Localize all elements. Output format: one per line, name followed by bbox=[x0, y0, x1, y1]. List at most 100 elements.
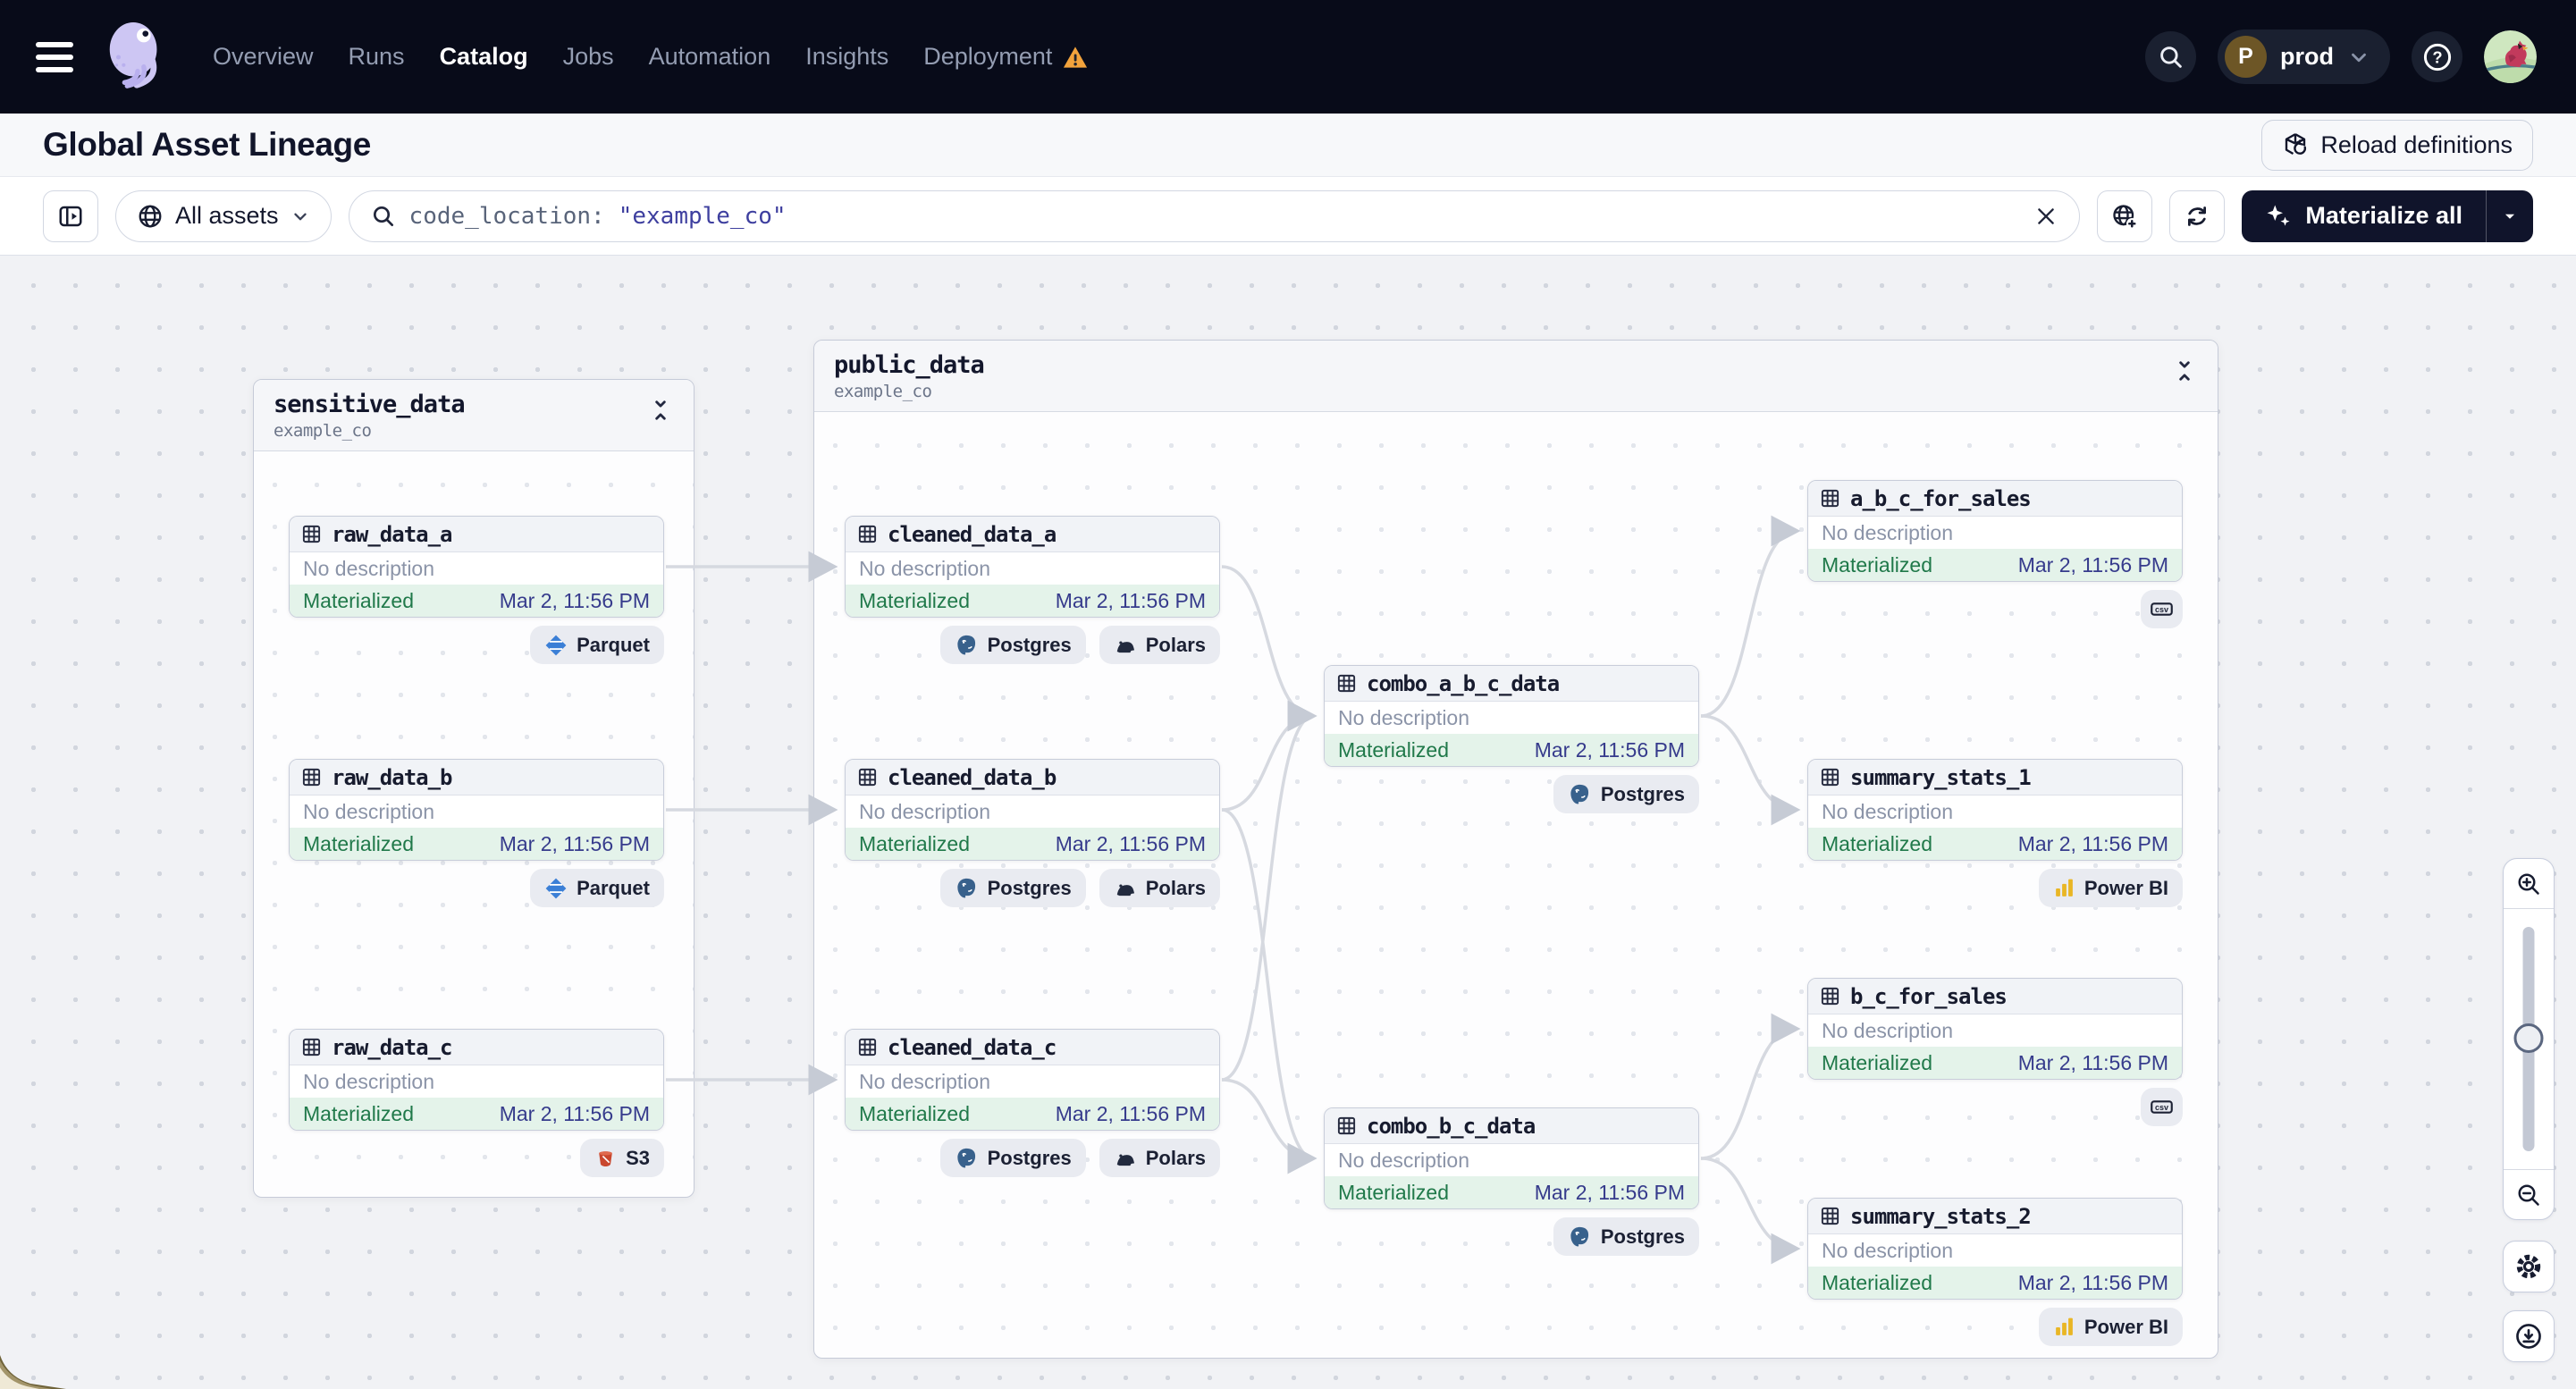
parquet-badge[interactable]: Parquet bbox=[530, 869, 664, 907]
asset-node-header: raw_data_b bbox=[290, 760, 663, 796]
clear-search-button[interactable] bbox=[2034, 205, 2058, 228]
graph-settings-button[interactable] bbox=[2503, 1241, 2555, 1292]
asset-node-b_c_for_sales[interactable]: b_c_for_sales No description Materialized M… bbox=[1807, 978, 2183, 1080]
nav-item-runs[interactable]: Runs bbox=[349, 43, 405, 71]
refresh-button[interactable] bbox=[2169, 189, 2226, 242]
group-header: sensitive_data example_co bbox=[254, 380, 694, 451]
postgres-badge[interactable]: Postgres bbox=[1553, 775, 1699, 813]
asset-node-summary_stats_1[interactable]: summary_stats_1 No description Materialize… bbox=[1807, 759, 2183, 861]
asset-node-header: cleaned_data_b bbox=[846, 760, 1219, 796]
asset-node-cleaned_data_c[interactable]: cleaned_data_c No description Materialized… bbox=[845, 1029, 1220, 1131]
asset-description: No description bbox=[1808, 517, 2182, 549]
menu-icon[interactable] bbox=[36, 41, 73, 72]
collapse-group-button[interactable] bbox=[2171, 358, 2198, 384]
materialized-timestamp: Mar 2, 11:56 PM bbox=[1534, 1180, 1685, 1204]
asset-node-cleaned_data_a[interactable]: cleaned_data_a No description Materialized… bbox=[845, 516, 1220, 618]
asset-node-a_b_c_for_sales[interactable]: a_b_c_for_sales No description Materialize… bbox=[1807, 480, 2183, 582]
asset-status-row: Materialized Mar 2, 11:56 PM bbox=[290, 1098, 663, 1130]
asset-status-row: Materialized Mar 2, 11:56 PM bbox=[846, 585, 1219, 617]
postgres-badge[interactable]: Postgres bbox=[939, 869, 1086, 907]
materialize-all-button[interactable]: Materialize all bbox=[2242, 189, 2533, 242]
materialized-status: Materialized bbox=[1822, 552, 1932, 577]
asset-node-combo_b_c_data[interactable]: combo_b_c_data No description Materialized… bbox=[1324, 1107, 1699, 1209]
materialized-timestamp: Mar 2, 11:56 PM bbox=[2017, 1270, 2168, 1294]
nav-item-label: Catalog bbox=[439, 43, 528, 70]
zoom-slider-thumb[interactable] bbox=[2513, 1023, 2544, 1053]
reload-cube-icon bbox=[2282, 131, 2309, 158]
reload-definitions-label: Reload definitions bbox=[2320, 130, 2513, 158]
asset-badges: csv bbox=[1807, 590, 2183, 628]
postgres-icon bbox=[955, 876, 979, 900]
deployment-switcher[interactable]: P prod bbox=[2218, 29, 2390, 84]
global-search-button[interactable] bbox=[2145, 31, 2196, 82]
nav-item-insights[interactable]: Insights bbox=[805, 43, 888, 71]
zoom-slider[interactable] bbox=[2504, 909, 2554, 1169]
materialized-status: Materialized bbox=[1822, 1050, 1932, 1074]
nav-item-automation[interactable]: Automation bbox=[649, 43, 771, 71]
asset-description: No description bbox=[290, 796, 663, 828]
group-code-location: example_co bbox=[834, 381, 932, 401]
badge-label: Postgres bbox=[987, 633, 1072, 656]
zoom-out-icon bbox=[2515, 1182, 2542, 1208]
asset-name: summary_stats_1 bbox=[1850, 764, 2032, 790]
asset-node-raw_data_b[interactable]: raw_data_b No description Materialized Mar … bbox=[289, 759, 664, 861]
materialized-timestamp: Mar 2, 11:56 PM bbox=[1055, 588, 1206, 612]
materialized-timestamp: Mar 2, 11:56 PM bbox=[1055, 1101, 1206, 1125]
postgres-icon bbox=[1568, 782, 1592, 806]
asset-badges: Parquet bbox=[289, 869, 664, 907]
nav-item-deployment[interactable]: Deployment bbox=[923, 43, 1088, 71]
asset-status-row: Materialized Mar 2, 11:56 PM bbox=[846, 1098, 1219, 1130]
csv-badge[interactable]: csv bbox=[2141, 1088, 2183, 1126]
asset-node-combo_a_b_c_data[interactable]: combo_a_b_c_data No description Materializ… bbox=[1324, 665, 1699, 767]
badge-label: Postgres bbox=[1600, 782, 1685, 805]
postgres-badge[interactable]: Postgres bbox=[1553, 1217, 1699, 1256]
table-icon bbox=[1820, 1206, 1840, 1226]
help-button[interactable]: ? bbox=[2412, 31, 2462, 82]
reload-definitions-button[interactable]: Reload definitions bbox=[2261, 119, 2533, 171]
dagster-logo-icon[interactable] bbox=[100, 16, 173, 98]
materialize-options-button[interactable] bbox=[2486, 189, 2533, 242]
collapse-group-button[interactable] bbox=[647, 397, 674, 424]
csv-badge[interactable]: csv bbox=[2141, 590, 2183, 628]
asset-node-cleaned_data_b[interactable]: cleaned_data_b No description Materialized… bbox=[845, 759, 1220, 861]
download-image-button[interactable] bbox=[2503, 1310, 2555, 1362]
postgres-badge[interactable]: Postgres bbox=[939, 1139, 1086, 1177]
asset-badges: Postgres Polars bbox=[845, 626, 1220, 664]
download-icon bbox=[2514, 1322, 2543, 1351]
s3-badge[interactable]: S3 bbox=[580, 1139, 664, 1177]
polars-badge[interactable]: Polars bbox=[1099, 1139, 1220, 1177]
nav-item-overview[interactable]: Overview bbox=[213, 43, 314, 71]
polars-badge[interactable]: Polars bbox=[1099, 626, 1220, 664]
badge-label: S3 bbox=[626, 1146, 650, 1169]
parquet-icon bbox=[544, 634, 568, 657]
lineage-canvas[interactable]: sensitive_data example_co public_data examp… bbox=[0, 256, 2576, 1389]
asset-search-input[interactable]: code_location: "example_co" bbox=[348, 189, 2081, 242]
filter-code-location-button[interactable] bbox=[2097, 189, 2153, 242]
badge-label: Polars bbox=[1145, 633, 1206, 656]
polars-badge[interactable]: Polars bbox=[1099, 869, 1220, 907]
asset-description: No description bbox=[846, 796, 1219, 828]
user-avatar[interactable] bbox=[2484, 30, 2537, 83]
postgres-badge[interactable]: Postgres bbox=[939, 626, 1086, 664]
powerbi-icon bbox=[2053, 877, 2075, 899]
asset-name: b_c_for_sales bbox=[1850, 983, 2008, 1009]
materialized-status: Materialized bbox=[859, 588, 970, 612]
zoom-out-button[interactable] bbox=[2504, 1169, 2554, 1219]
power-bi-badge[interactable]: Power BI bbox=[2038, 1308, 2183, 1346]
parquet-badge[interactable]: Parquet bbox=[530, 626, 664, 664]
materialized-status: Materialized bbox=[1338, 737, 1449, 762]
nav-item-jobs[interactable]: Jobs bbox=[563, 43, 614, 71]
power-bi-badge[interactable]: Power BI bbox=[2038, 869, 2183, 907]
asset-description: No description bbox=[846, 1065, 1219, 1098]
toggle-sidebar-button[interactable] bbox=[43, 189, 98, 242]
asset-node-summary_stats_2[interactable]: summary_stats_2 No description Materialize… bbox=[1807, 1198, 2183, 1300]
asset-name: combo_a_b_c_data bbox=[1367, 670, 1560, 696]
asset-scope-dropdown[interactable]: All assets bbox=[115, 189, 332, 242]
group-titles: public_data example_co bbox=[834, 352, 985, 401]
search-icon bbox=[2158, 44, 2185, 71]
asset-node-raw_data_c[interactable]: raw_data_c No description Materialized Mar … bbox=[289, 1029, 664, 1131]
zoom-in-button[interactable] bbox=[2504, 859, 2554, 909]
nav-item-catalog[interactable]: Catalog bbox=[440, 43, 528, 71]
asset-node-raw_data_a[interactable]: raw_data_a No description Materialized Mar … bbox=[289, 516, 664, 618]
asset-badges: csv bbox=[1807, 1088, 2183, 1126]
